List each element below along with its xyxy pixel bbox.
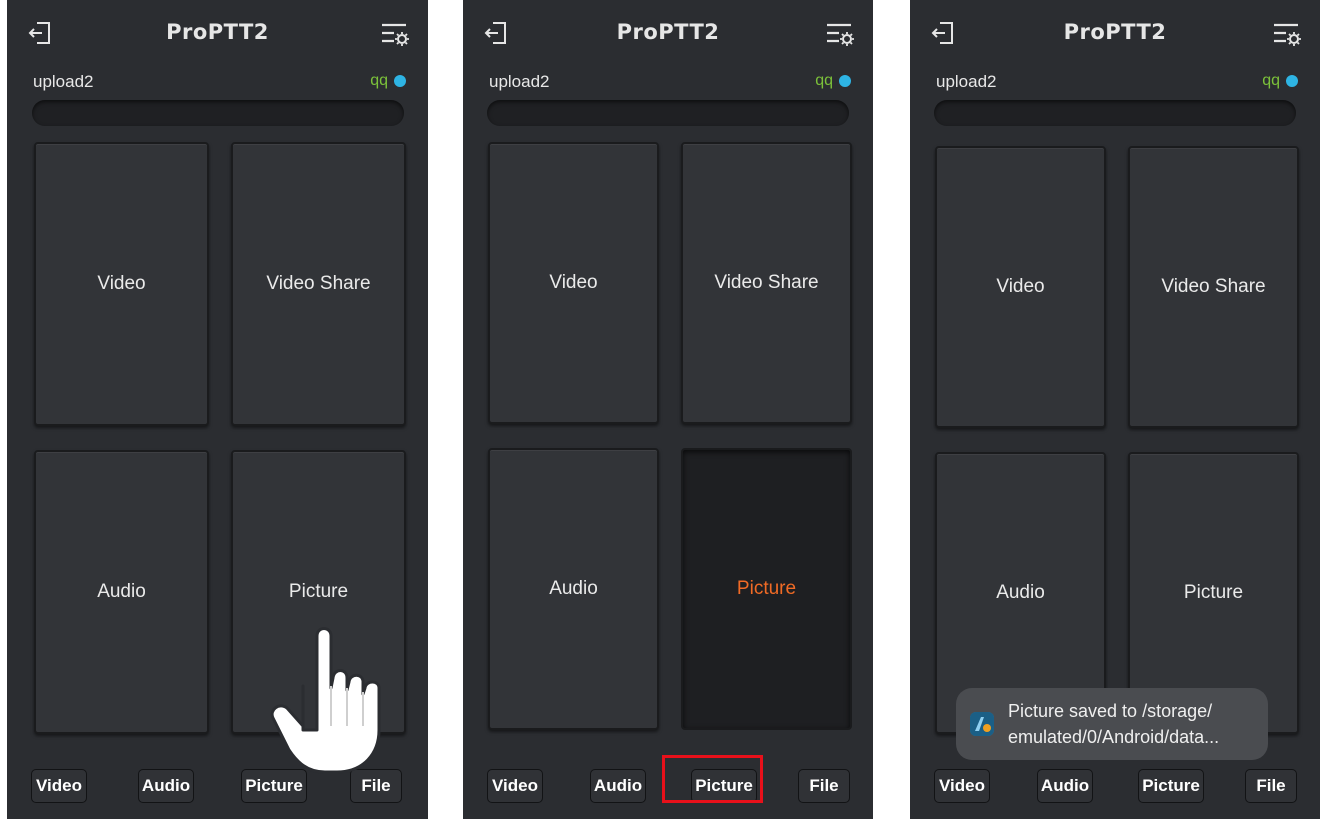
presence-label: qq: [370, 72, 388, 89]
bottom-video-button[interactable]: Video: [31, 769, 87, 803]
settings-icon[interactable]: [380, 20, 410, 48]
status-row: upload2 qq: [463, 66, 873, 100]
presence-label: qq: [815, 72, 833, 89]
top-bar: ProPTT2: [463, 0, 873, 66]
message-bar: [487, 100, 849, 126]
tile-video[interactable]: Video: [34, 142, 209, 426]
bottom-audio-button[interactable]: Audio: [590, 769, 646, 803]
screen-3: ProPTT2 upload2 qq Video Video Share Aud…: [910, 0, 1320, 819]
screen-1: ProPTT2 upload2 qq Video Video Share Aud…: [7, 0, 428, 819]
settings-icon[interactable]: [825, 20, 855, 48]
presence-status: qq: [370, 72, 406, 90]
tile-video[interactable]: Video: [935, 146, 1106, 428]
toast-line-1: Picture saved to /storage/: [1008, 701, 1213, 721]
top-bar: ProPTT2: [7, 0, 428, 66]
pointing-hand-icon: [270, 627, 381, 774]
picture-button-highlight: [662, 755, 763, 803]
bottom-video-button[interactable]: Video: [487, 769, 543, 803]
save-toast: Picture saved to /storage/ emulated/0/An…: [956, 688, 1268, 760]
tile-picture[interactable]: Picture: [681, 448, 852, 730]
tile-video[interactable]: Video: [488, 142, 659, 424]
user-name: upload2: [33, 72, 94, 91]
app-title: ProPTT2: [616, 20, 720, 44]
presence-status: qq: [1262, 72, 1298, 90]
message-bar: [934, 100, 1296, 126]
settings-icon[interactable]: [1272, 20, 1302, 48]
tile-audio[interactable]: Audio: [488, 448, 659, 730]
bottom-file-button[interactable]: File: [1245, 769, 1297, 803]
app-title: ProPTT2: [1063, 20, 1167, 44]
app-icon: [970, 712, 994, 736]
function-grid: Video Video Share Audio Picture: [935, 146, 1299, 734]
bottom-file-button[interactable]: File: [798, 769, 850, 803]
presence-dot: [1286, 75, 1298, 87]
presence-dot: [394, 75, 406, 87]
presence-status: qq: [815, 72, 851, 90]
bottom-bar: Video Audio Picture File: [910, 769, 1320, 805]
tile-audio[interactable]: Audio: [34, 450, 209, 734]
user-name: upload2: [489, 72, 550, 91]
toast-line-2: emulated/0/Android/data...: [1008, 727, 1220, 747]
screen-2: ProPTT2 upload2 qq Video Video Share Aud…: [463, 0, 873, 819]
presence-dot: [839, 75, 851, 87]
top-bar: ProPTT2: [910, 0, 1320, 66]
status-row: upload2 qq: [910, 66, 1320, 100]
bottom-audio-button[interactable]: Audio: [138, 769, 194, 803]
function-grid: Video Video Share Audio Picture: [488, 142, 852, 730]
user-name: upload2: [936, 72, 997, 91]
bottom-video-button[interactable]: Video: [934, 769, 990, 803]
app-title: ProPTT2: [166, 20, 269, 44]
tile-video-share[interactable]: Video Share: [1128, 146, 1299, 428]
presence-label: qq: [1262, 72, 1280, 89]
message-bar: [31, 100, 404, 126]
tile-video-share[interactable]: Video Share: [231, 142, 406, 426]
tile-video-share[interactable]: Video Share: [681, 142, 852, 424]
status-row: upload2 qq: [7, 66, 428, 100]
bottom-audio-button[interactable]: Audio: [1037, 769, 1093, 803]
bottom-picture-button[interactable]: Picture: [1138, 769, 1204, 803]
